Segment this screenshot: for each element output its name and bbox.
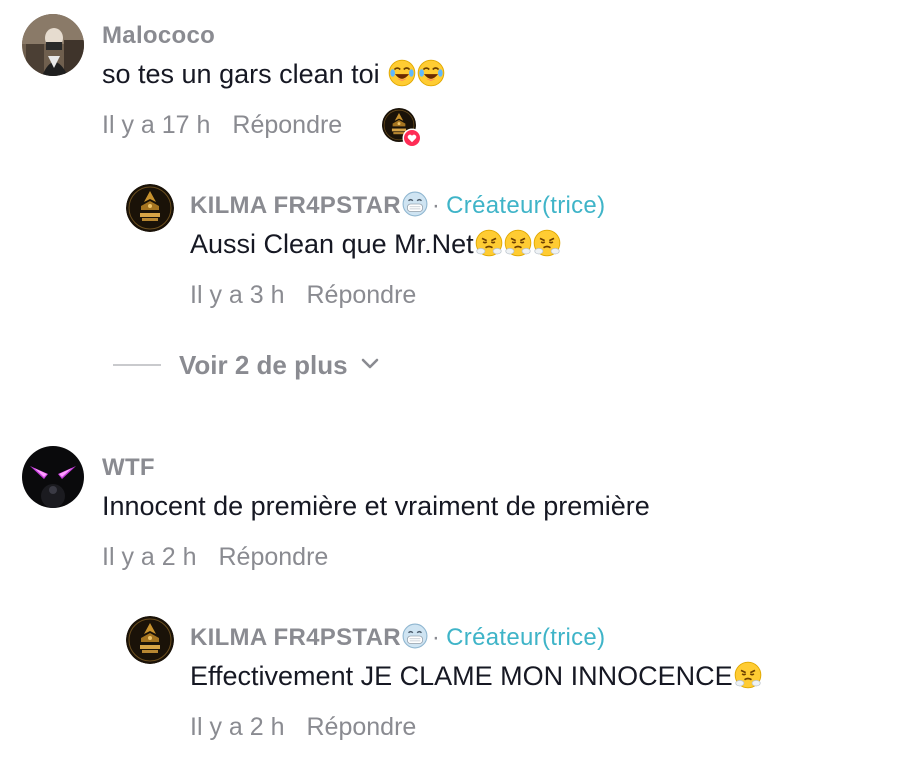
face-with-tears-of-joy-emoji [417, 59, 445, 94]
comment-username[interactable]: Malococo [102, 22, 215, 50]
reply-meta: Il y a 2 h Répondre [190, 713, 416, 742]
username-text[interactable]: KILMA FR4PSTAR [190, 624, 401, 651]
timestamp: Il y a 2 h [102, 543, 197, 571]
face-with-steam-emoji [475, 229, 503, 264]
reply-button[interactable]: Répondre [232, 111, 342, 139]
creator-avatar [126, 616, 174, 664]
comment-meta: Il y a 2 h Répondre [102, 543, 328, 572]
avatar[interactable] [126, 616, 174, 664]
username-text[interactable]: Malococo [102, 22, 215, 49]
avatar[interactable] [22, 446, 84, 508]
comment-meta: Il y a 17 h Répondre [102, 111, 342, 140]
reply-text: Aussi Clean que Mr.Net [190, 229, 561, 264]
avatar-image [22, 446, 84, 508]
face-with-medical-mask-emoji [402, 623, 428, 656]
timestamp: Il y a 17 h [102, 111, 211, 139]
view-more-replies[interactable]: Voir 2 de plus [113, 345, 380, 385]
reply-button[interactable]: Répondre [219, 543, 329, 571]
comment-text: so tes un gars clean toi [102, 59, 445, 94]
face-with-tears-of-joy-emoji [388, 59, 416, 94]
comment-text: Innocent de première et vraiment de prem… [102, 491, 650, 522]
avatar[interactable] [22, 14, 84, 76]
creator-label: Créateur(trice) [446, 624, 606, 651]
timestamp: Il y a 2 h [190, 713, 285, 741]
divider-line [113, 364, 161, 366]
username-text[interactable]: KILMA FR4PSTAR [190, 192, 401, 219]
reply-body: Aussi Clean que Mr.Net [190, 229, 474, 259]
comment-body: Innocent de première et vraiment de prem… [102, 491, 650, 521]
reply-username[interactable]: KILMA FR4PSTAR · Créateur(trice) [190, 623, 605, 656]
timestamp: Il y a 3 h [190, 281, 285, 309]
comment-username[interactable]: WTF [102, 454, 155, 482]
face-with-steam-emoji [533, 229, 561, 264]
creator-label: Créateur(trice) [446, 192, 606, 219]
liked-by-creator-badge [382, 108, 426, 152]
avatar[interactable] [126, 184, 174, 232]
heart-badge-icon [402, 128, 422, 148]
face-with-steam-emoji [734, 661, 762, 696]
avatar-image [22, 14, 84, 76]
chevron-down-icon[interactable] [360, 356, 380, 375]
comment-body: so tes un gars clean toi [102, 59, 388, 89]
reply-button[interactable]: Répondre [307, 713, 417, 741]
username-text[interactable]: WTF [102, 454, 155, 481]
creator-avatar [126, 184, 174, 232]
face-with-medical-mask-emoji [402, 191, 428, 224]
view-more-label[interactable]: Voir 2 de plus [179, 350, 348, 381]
face-with-steam-emoji [504, 229, 532, 264]
separator-dot: · [431, 624, 441, 651]
reply-body: Effectivement JE CLAME MON INNOCENCE [190, 661, 733, 691]
reply-button[interactable]: Répondre [307, 281, 417, 309]
separator-dot: · [431, 192, 441, 219]
reply-text: Effectivement JE CLAME MON INNOCENCE [190, 661, 762, 696]
reply-meta: Il y a 3 h Répondre [190, 281, 416, 310]
reply-username[interactable]: KILMA FR4PSTAR · Créateur(trice) [190, 191, 605, 224]
